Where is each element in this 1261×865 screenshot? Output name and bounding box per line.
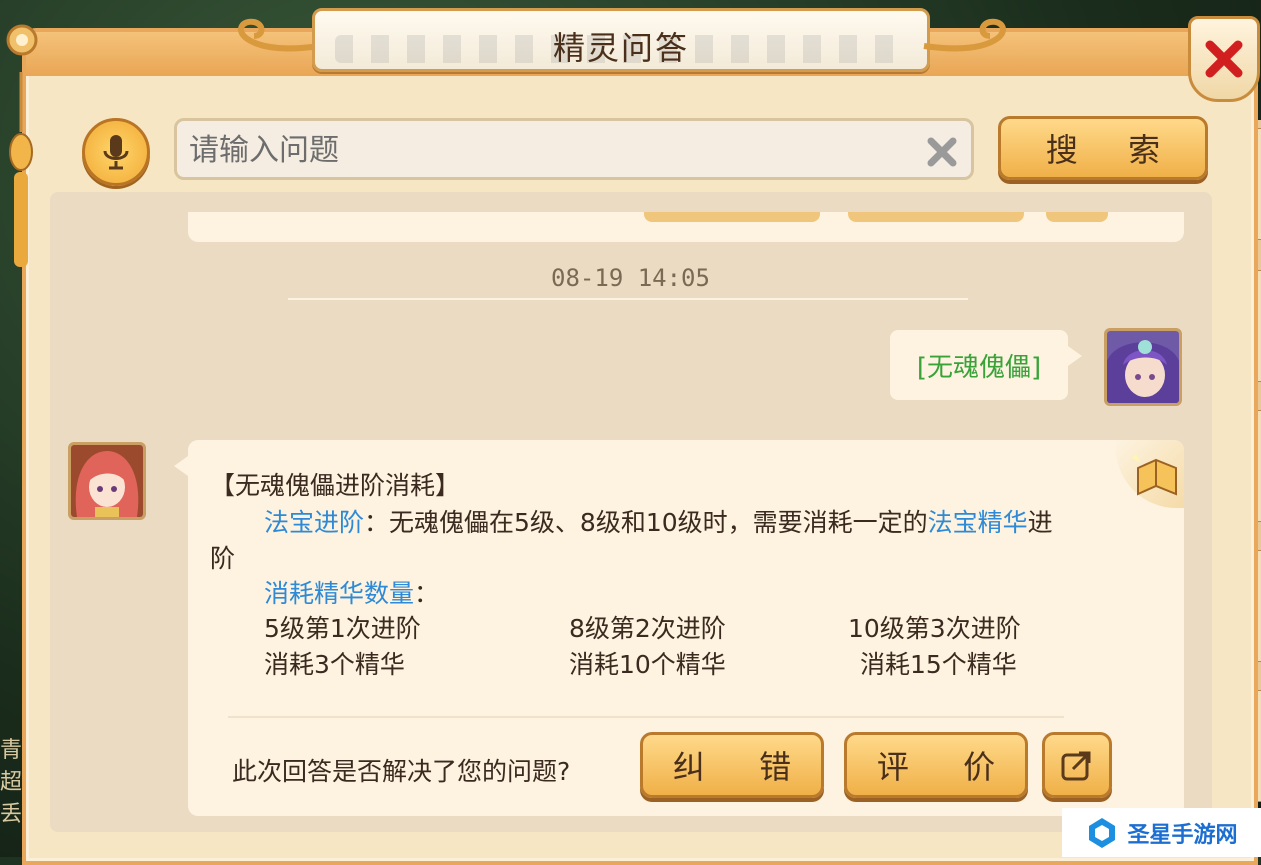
answer-divider (228, 716, 1064, 718)
book-corner (1116, 440, 1184, 508)
background-chat-fragment: 青 超 丢 (0, 735, 22, 831)
title-curl-left-icon (237, 18, 321, 52)
bg-char: 超 (0, 770, 23, 795)
microphone-icon (103, 135, 129, 170)
tassel-icon (9, 72, 33, 267)
tier-cost: 消耗3个精华 (264, 650, 405, 679)
tier-cost: 消耗15个精华 (860, 650, 1017, 679)
search-input[interactable] (187, 129, 911, 171)
tier-cost: 消耗10个精华 (569, 650, 726, 679)
feedback-question: 此次回答是否解决了您的问题? (232, 757, 571, 786)
user-avatar-image (1107, 331, 1179, 403)
report-error-button[interactable]: 纠 错 (640, 732, 824, 798)
share-icon (1061, 751, 1091, 781)
clear-x-icon[interactable] (925, 135, 959, 169)
dialog-title: 精灵问答 (552, 29, 689, 67)
title-plate: 精灵问答 (312, 8, 930, 72)
tier-level: 10级第3次进阶 (848, 614, 1021, 643)
watermark: 圣星手游网 (1062, 808, 1261, 857)
assistant-avatar-image (71, 445, 143, 517)
rate-button[interactable]: 评 价 (844, 732, 1028, 798)
answer-line-1: 法宝进阶：无魂傀儡在5级、8级和10级时，需要消耗一定的法宝精华进 (264, 503, 1053, 539)
previous-action-button[interactable] (644, 212, 820, 222)
voice-input-button[interactable] (82, 118, 150, 186)
answer-term-link[interactable]: 消耗精华数量 (264, 579, 414, 608)
assistant-avatar (68, 442, 146, 520)
tier-level: 8级第2次进阶 (569, 614, 726, 643)
user-message-bubble[interactable]: [无魂傀儡] (890, 330, 1082, 400)
corner-ornament-icon (6, 24, 38, 56)
answer-text: ：无魂傀儡在5级、8级和10级时，需要消耗一定的 (364, 508, 928, 537)
watermark-text: 圣星手游网 (1127, 822, 1238, 848)
watermark-logo-icon (1089, 817, 1116, 848)
book-icon (1132, 454, 1177, 496)
answer-term-link[interactable]: 法宝进阶 (264, 508, 364, 537)
bg-char: 丢 (0, 802, 23, 827)
answer-line-1-wrap: 阶 (210, 544, 236, 573)
search-field[interactable] (174, 118, 974, 180)
answer-heading: 【无魂傀儡进阶消耗】 (210, 471, 461, 500)
search-button[interactable]: 搜 索 (998, 116, 1208, 180)
user-avatar[interactable] (1104, 328, 1182, 406)
answer-term-link[interactable]: 法宝精华 (928, 508, 1028, 537)
answer-line-2: 消耗精华数量： (264, 574, 439, 610)
tier-level: 5级第1次进阶 (264, 614, 421, 643)
answer-text: ： (414, 579, 440, 608)
timestamp-divider (288, 298, 968, 300)
bg-char: 青 (0, 738, 23, 763)
previous-action-button[interactable] (1046, 212, 1108, 222)
title-curl-right-icon (923, 18, 1007, 52)
close-icon (1205, 40, 1243, 78)
close-button[interactable] (1188, 16, 1260, 102)
previous-action-button[interactable] (848, 212, 1024, 222)
share-button[interactable] (1042, 732, 1112, 798)
answer-text: 进 (1027, 508, 1053, 537)
message-timestamp: 08-19 14:05 (551, 264, 710, 292)
